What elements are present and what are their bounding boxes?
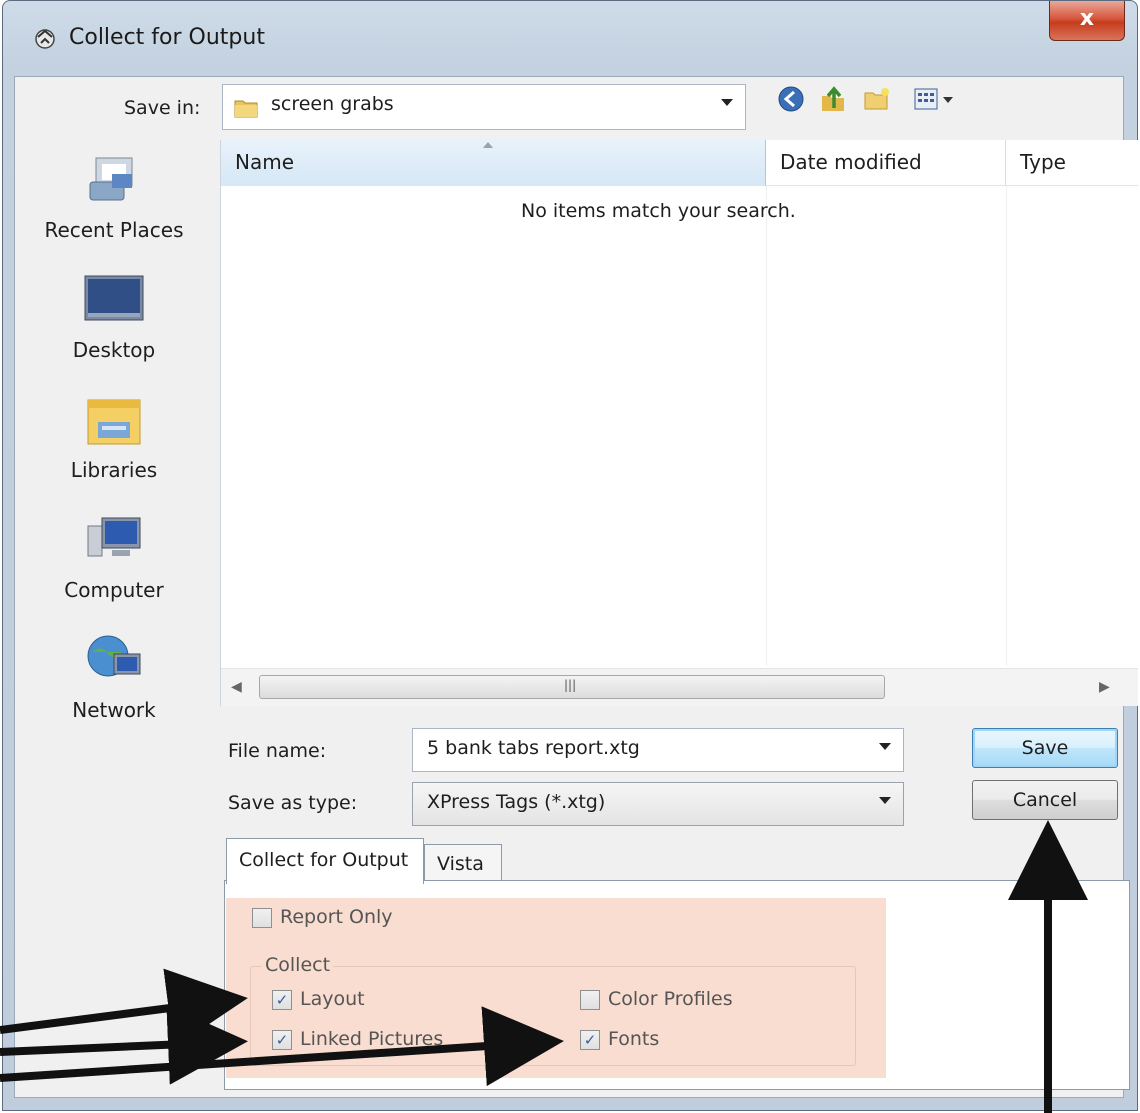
layout-label: Layout bbox=[300, 988, 365, 1010]
save-in-label: Save in: bbox=[124, 97, 201, 119]
place-label: Recent Places bbox=[44, 218, 184, 242]
file-name-field[interactable]: 5 bank tabs report.xtg bbox=[412, 728, 904, 772]
tab-vista[interactable]: Vista bbox=[424, 844, 502, 882]
save-button[interactable]: Save bbox=[972, 728, 1118, 768]
collect-group bbox=[250, 966, 856, 1066]
column-header-date-modified[interactable]: Date modified bbox=[766, 140, 1006, 186]
place-label: Network bbox=[72, 698, 156, 722]
close-button[interactable]: x bbox=[1049, 1, 1125, 41]
desktop-icon bbox=[84, 275, 144, 321]
place-label: Libraries bbox=[70, 458, 158, 482]
computer-icon bbox=[87, 517, 141, 557]
color-profiles-checkbox[interactable] bbox=[580, 990, 600, 1010]
window-title: Collect for Output bbox=[69, 25, 265, 50]
file-name-value: 5 bank tabs report.xtg bbox=[427, 737, 640, 759]
place-libraries[interactable]: Libraries bbox=[16, 392, 212, 482]
chevron-down-icon[interactable] bbox=[879, 743, 891, 750]
chevron-down-icon bbox=[879, 797, 891, 804]
libraries-icon bbox=[87, 399, 141, 445]
grip-icon: ||| bbox=[564, 678, 577, 692]
column-header-name[interactable]: Name bbox=[221, 140, 766, 186]
up-folder-icon[interactable] bbox=[818, 84, 848, 114]
linked-pictures-checkbox[interactable]: ✓ bbox=[272, 1030, 292, 1050]
place-label: Computer bbox=[64, 578, 164, 602]
layout-checkbox[interactable]: ✓ bbox=[272, 990, 292, 1010]
tab-collect-for-output[interactable]: Collect for Output bbox=[226, 838, 424, 884]
fonts-checkbox[interactable]: ✓ bbox=[580, 1030, 600, 1050]
cancel-button[interactable]: Cancel bbox=[972, 780, 1118, 820]
empty-list-message: No items match your search. bbox=[521, 200, 796, 222]
save-as-type-dropdown[interactable]: XPress Tags (*.xtg) bbox=[412, 782, 904, 826]
fonts-label: Fonts bbox=[608, 1028, 660, 1050]
save-in-value: screen grabs bbox=[271, 93, 394, 115]
save-as-type-value: XPress Tags (*.xtg) bbox=[427, 791, 606, 813]
column-header-type[interactable]: Type bbox=[1006, 140, 1138, 186]
folder-icon bbox=[234, 100, 258, 118]
views-menu-icon[interactable] bbox=[912, 84, 958, 114]
report-only-label: Report Only bbox=[280, 906, 393, 928]
file-list[interactable]: Name Date modified Type No items match y… bbox=[220, 140, 1138, 706]
recent-places-icon bbox=[89, 157, 133, 201]
place-desktop[interactable]: Desktop bbox=[16, 272, 212, 362]
save-in-dropdown[interactable]: screen grabs bbox=[222, 84, 746, 130]
chevron-down-icon bbox=[721, 99, 733, 106]
app-icon bbox=[35, 29, 55, 49]
back-icon[interactable] bbox=[776, 84, 806, 114]
place-recent-places[interactable]: Recent Places bbox=[16, 152, 212, 242]
linked-pictures-label: Linked Pictures bbox=[300, 1028, 444, 1050]
place-label: Desktop bbox=[72, 338, 156, 362]
color-profiles-label: Color Profiles bbox=[608, 988, 733, 1010]
scroll-left-icon[interactable]: ◀ bbox=[231, 679, 242, 695]
scrollbar-thumb[interactable]: ||| bbox=[259, 675, 885, 699]
horizontal-scrollbar[interactable]: ◀ ||| ▶ bbox=[221, 668, 1138, 706]
new-folder-icon[interactable] bbox=[862, 84, 892, 114]
collect-group-label: Collect bbox=[262, 954, 334, 976]
network-icon bbox=[87, 635, 141, 677]
place-computer[interactable]: Computer bbox=[16, 512, 212, 602]
file-name-label: File name: bbox=[228, 740, 327, 762]
report-only-checkbox[interactable] bbox=[252, 908, 272, 928]
close-icon: x bbox=[1079, 6, 1095, 31]
sort-ascending-icon bbox=[483, 142, 493, 148]
column-divider bbox=[766, 186, 767, 666]
title-bar[interactable]: Collect for Output bbox=[3, 1, 1137, 81]
column-divider bbox=[1006, 186, 1007, 666]
place-network[interactable]: Network bbox=[16, 632, 212, 722]
save-as-type-label: Save as type: bbox=[228, 792, 358, 814]
scroll-right-icon[interactable]: ▶ bbox=[1099, 679, 1110, 695]
